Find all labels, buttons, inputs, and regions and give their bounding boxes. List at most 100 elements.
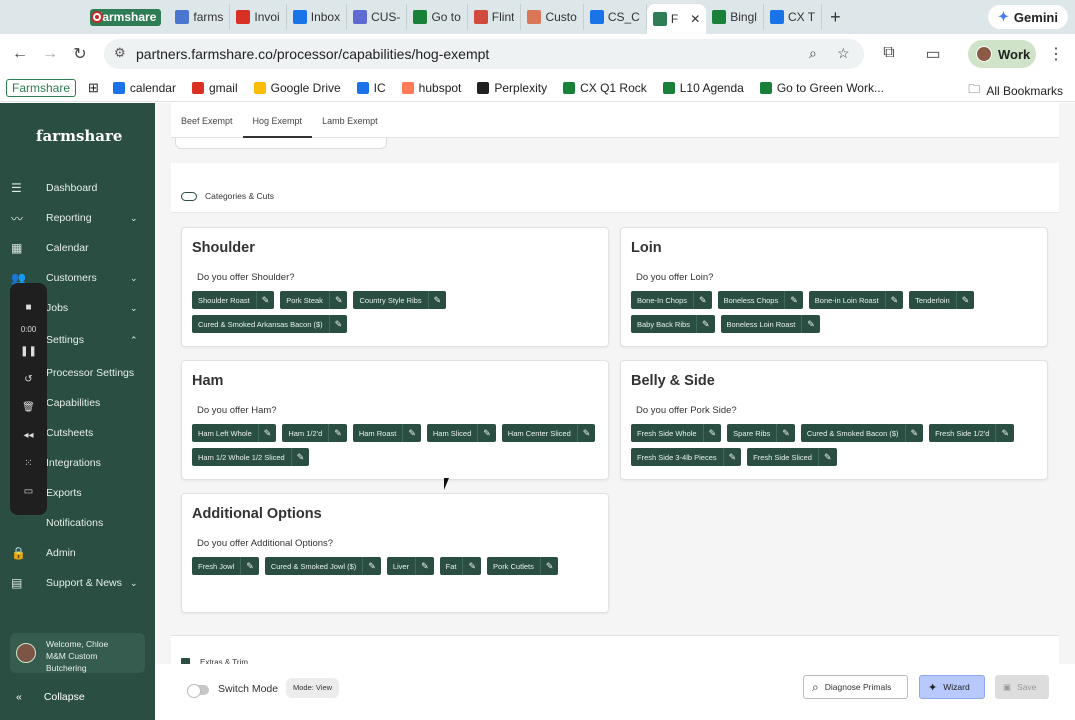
- browser-tab[interactable]: CUS-: [347, 4, 408, 30]
- edit-pencil-icon[interactable]: ✎: [904, 424, 924, 442]
- tab-lamb-exempt[interactable]: Lamb Exempt: [312, 103, 388, 138]
- browser-tab[interactable]: Flint: [468, 4, 522, 30]
- browser-tab[interactable]: Bingl: [706, 4, 764, 30]
- browser-tab[interactable]: CS_C: [584, 4, 647, 30]
- edit-pencil-icon[interactable]: ✎: [695, 315, 715, 333]
- bookmark-item[interactable]: calendar: [112, 81, 176, 95]
- pause-icon[interactable]: ❚❚: [10, 337, 47, 365]
- edit-pencil-icon[interactable]: ✎: [539, 557, 559, 575]
- close-tab-icon[interactable]: ✕: [690, 12, 700, 26]
- edit-pencil-icon[interactable]: ✎: [801, 315, 820, 333]
- cut-chip[interactable]: Cured & Smoked Arkansas Bacon ($) ✎: [192, 315, 348, 333]
- cut-chip[interactable]: Fresh Jowl ✎: [192, 557, 259, 575]
- edit-pencil-icon[interactable]: ✎: [290, 448, 310, 466]
- sidebar-item-reporting[interactable]: 〰 Reporting ⌄: [0, 205, 155, 231]
- cut-chip[interactable]: Fresh Side Whole ✎: [631, 424, 722, 442]
- edit-pencil-icon[interactable]: ✎: [576, 424, 596, 442]
- bookmark-star-icon[interactable]: ☆: [837, 45, 850, 62]
- sidebar-item-dashboard[interactable]: ☰ Dashboard: [0, 175, 155, 201]
- new-tab-icon[interactable]: +: [830, 7, 841, 28]
- edit-pencil-icon[interactable]: ✎: [693, 291, 712, 309]
- cut-chip[interactable]: Shoulder Roast ✎: [192, 291, 275, 309]
- collapse-button[interactable]: « Collapse: [16, 691, 85, 703]
- edit-pencil-icon[interactable]: ✎: [817, 448, 837, 466]
- edit-pencil-icon[interactable]: ✎: [884, 291, 904, 309]
- all-bookmarks[interactable]: 🗀 All Bookmarks: [968, 80, 1063, 101]
- cut-chip[interactable]: Fresh Side Sliced ✎: [747, 448, 837, 466]
- cut-chip[interactable]: Fresh Side 3-4lb Pieces ✎: [631, 448, 742, 466]
- edit-pencil-icon[interactable]: ✎: [402, 424, 421, 442]
- cut-chip[interactable]: Pork Steak ✎: [280, 291, 348, 309]
- reload-icon[interactable]: ↻: [65, 44, 95, 64]
- edit-pencil-icon[interactable]: ✎: [995, 424, 1014, 442]
- cut-chip[interactable]: Bone-in Loin Roast ✎: [808, 291, 904, 309]
- save-button[interactable]: ▣ Save: [995, 675, 1049, 699]
- edit-pencil-icon[interactable]: ✎: [328, 424, 347, 442]
- cut-chip[interactable]: Ham Left Whole ✎: [192, 424, 277, 442]
- diagnose-primals-button[interactable]: ⌕ Diagnose Primals: [803, 675, 908, 699]
- edit-pencil-icon[interactable]: ✎: [955, 291, 975, 309]
- edit-pencil-icon[interactable]: ✎: [702, 424, 722, 442]
- edit-pencil-icon[interactable]: ✎: [477, 424, 496, 442]
- rewind-icon[interactable]: ◂◂: [10, 421, 47, 449]
- browser-tab[interactable]: Custo: [521, 4, 584, 30]
- cast-icon[interactable]: ▭: [918, 44, 948, 64]
- edit-pencil-icon[interactable]: ✎: [362, 557, 381, 575]
- cut-chip[interactable]: Bone-In Chops ✎: [631, 291, 712, 309]
- edit-pencil-icon[interactable]: ✎: [722, 448, 742, 466]
- bookmark-item[interactable]: Google Drive: [253, 81, 341, 95]
- back-icon[interactable]: ←: [5, 45, 35, 63]
- extensions-icon[interactable]: ⧉: [874, 44, 904, 62]
- switch-mode-toggle[interactable]: [187, 684, 209, 698]
- bookmark-item[interactable]: hubspot: [401, 81, 461, 95]
- trash-icon[interactable]: 🗑: [10, 393, 47, 421]
- restart-icon[interactable]: ↺: [10, 365, 47, 393]
- cut-chip[interactable]: Fresh Side 1/2'd ✎: [929, 424, 1015, 442]
- cut-chip[interactable]: Ham Roast ✎: [352, 424, 421, 442]
- cut-chip[interactable]: Baby Back Ribs ✎: [631, 315, 715, 333]
- sidebar-item-admin[interactable]: 🔒 Admin: [0, 540, 155, 566]
- edit-pencil-icon[interactable]: ✎: [328, 315, 348, 333]
- grid-icon[interactable]: ⁙: [10, 449, 47, 477]
- browser-tab[interactable]: Invoi: [230, 4, 287, 30]
- edit-pencil-icon[interactable]: ✎: [240, 557, 259, 575]
- cut-chip[interactable]: Cured & Smoked Bacon ($) ✎: [800, 424, 924, 442]
- bookmark-item[interactable]: gmail: [191, 81, 238, 95]
- edit-pencil-icon[interactable]: ✎: [415, 557, 434, 575]
- browser-tab[interactable]: F ✕: [646, 4, 707, 34]
- edit-pencil-icon[interactable]: ✎: [776, 424, 795, 442]
- cut-chip[interactable]: Tenderloin ✎: [909, 291, 975, 309]
- cut-chip[interactable]: Liver ✎: [386, 557, 434, 575]
- address-bar[interactable]: ⚙ partners.farmshare.co/processor/capabi…: [104, 39, 864, 69]
- cut-chip[interactable]: Fat ✎: [439, 557, 482, 575]
- cut-chip[interactable]: Ham 1/2 Whole 1/2 Sliced ✎: [192, 448, 310, 466]
- bookmark-farmshare[interactable]: Farmshare: [6, 78, 77, 97]
- menu-kebab-icon[interactable]: ⋮: [1041, 44, 1071, 64]
- wizard-button[interactable]: ✦ Wizard: [919, 675, 985, 699]
- profile-button[interactable]: Work: [968, 40, 1036, 68]
- cut-chip[interactable]: Boneless Loin Roast ✎: [720, 315, 820, 333]
- cut-chip[interactable]: Spare Ribs ✎: [727, 424, 795, 442]
- bookmark-item[interactable]: Go to Green Work...: [759, 81, 884, 95]
- bookmark-item[interactable]: IC: [356, 81, 386, 95]
- browser-tab[interactable]: farms: [169, 4, 231, 30]
- bookmark-item[interactable]: L10 Agenda: [662, 81, 744, 95]
- cut-chip[interactable]: Cured & Smoked Jowl ($) ✎: [264, 557, 381, 575]
- edit-pencil-icon[interactable]: ✎: [255, 291, 275, 309]
- bookmark-item[interactable]: CX Q1 Rock: [563, 81, 647, 95]
- edit-pencil-icon[interactable]: ✎: [462, 557, 481, 575]
- cut-chip[interactable]: Ham Sliced ✎: [426, 424, 496, 442]
- stop-recording-icon[interactable]: ■: [10, 293, 47, 321]
- cut-chip[interactable]: Pork Cutlets ✎: [487, 557, 559, 575]
- edit-pencil-icon[interactable]: ✎: [257, 424, 277, 442]
- user-welcome-card[interactable]: Welcome, Chloe M&M Custom Butchering: [10, 633, 145, 673]
- cut-chip[interactable]: Boneless Chops ✎: [717, 291, 803, 309]
- cut-chip[interactable]: Country Style Ribs ✎: [353, 291, 447, 309]
- zoom-icon[interactable]: ⌕: [809, 45, 817, 62]
- edit-pencil-icon[interactable]: ✎: [784, 291, 803, 309]
- cut-chip[interactable]: Ham 1/2'd ✎: [282, 424, 347, 442]
- forward-icon[interactable]: →: [35, 45, 65, 63]
- sidebar-item-calendar[interactable]: ▦ Calendar: [0, 235, 155, 261]
- browser-tab[interactable]: Go to: [407, 4, 468, 30]
- tab-beef-exempt[interactable]: Beef Exempt: [171, 103, 243, 138]
